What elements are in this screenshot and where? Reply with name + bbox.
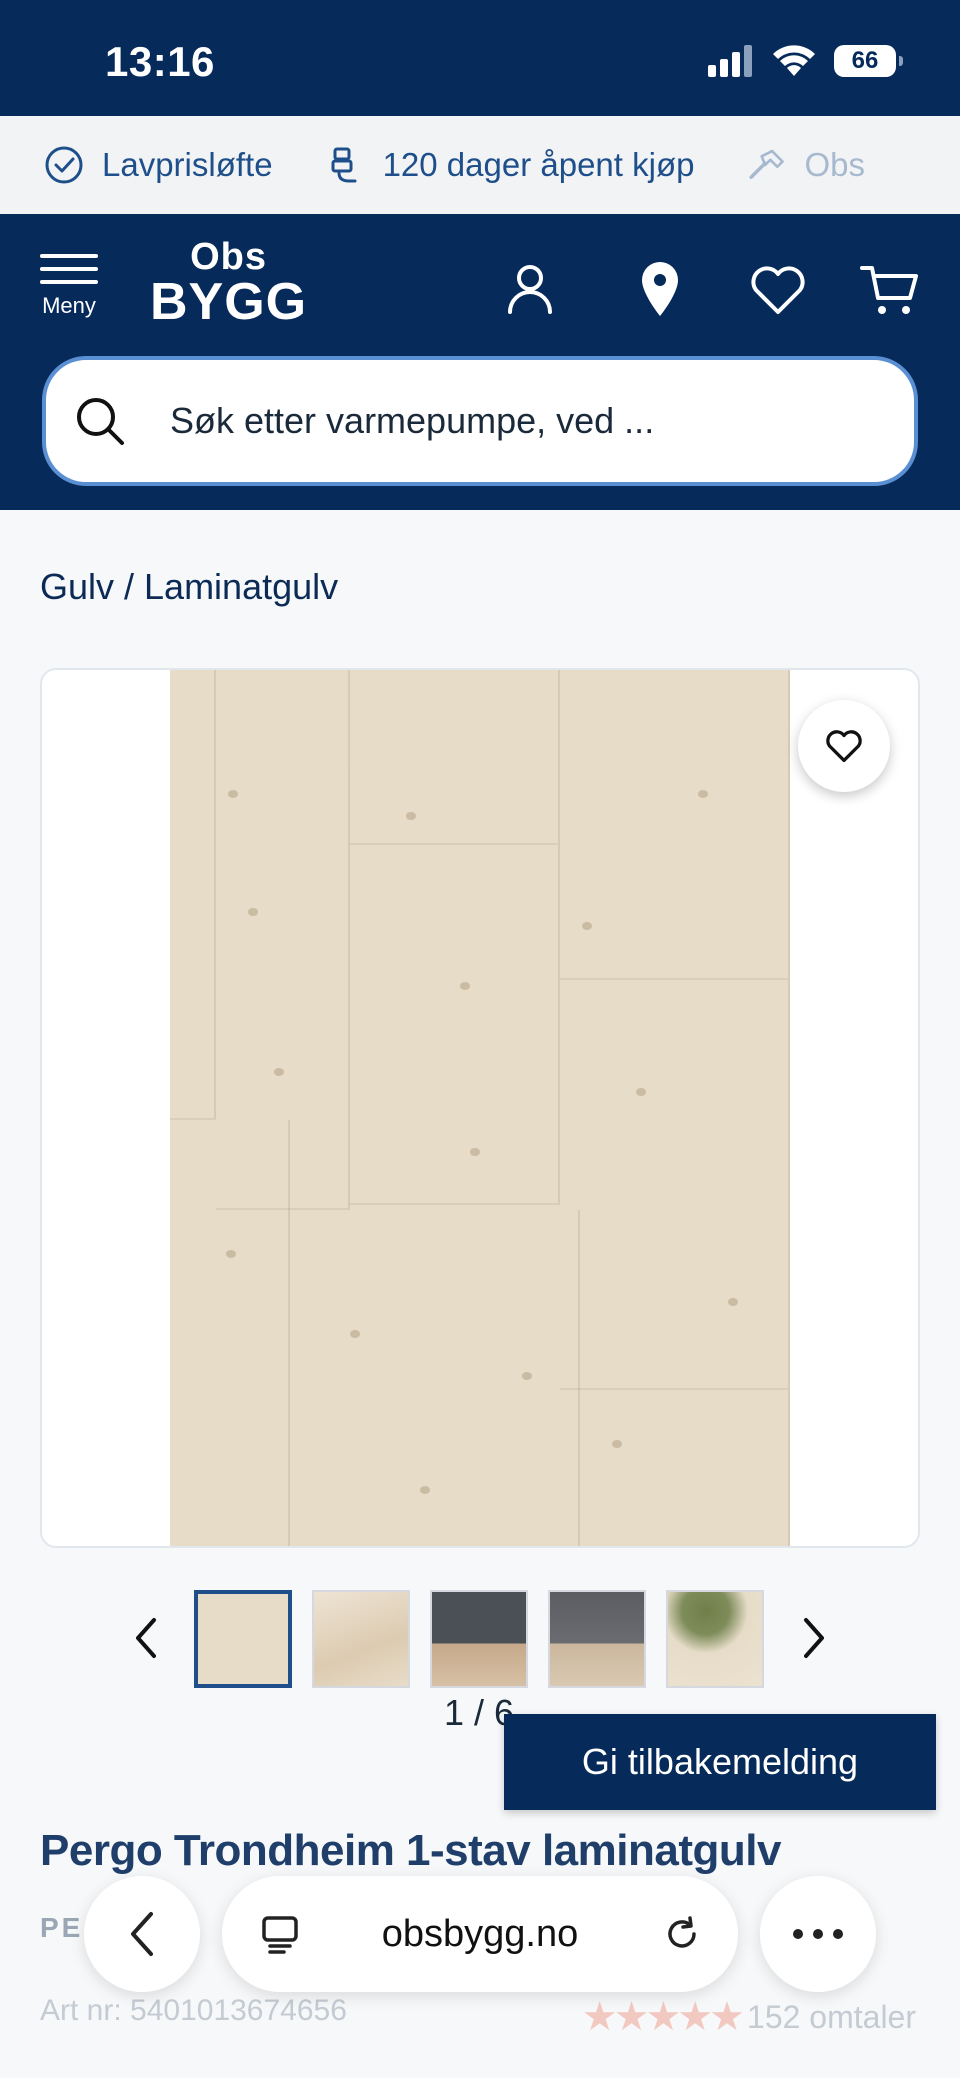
reader-icon[interactable] bbox=[258, 1912, 302, 1956]
logo-bottom: BYGG bbox=[150, 273, 308, 331]
usp-label: Lavprisløfte bbox=[102, 146, 273, 183]
thumbnail-2[interactable] bbox=[312, 1590, 410, 1688]
more-icon bbox=[793, 1929, 843, 1939]
heart-icon bbox=[826, 730, 862, 763]
usp-bar: Lavprisløfte 120 dager åpent kjøp Obs bbox=[0, 116, 960, 214]
thumbnail-5[interactable] bbox=[666, 1590, 764, 1688]
obs-bygg-logo[interactable]: Obs BYGG bbox=[150, 238, 307, 328]
product-image-laminate bbox=[170, 670, 790, 1546]
hamburger-icon bbox=[36, 254, 102, 284]
review-count: 152 omtaler bbox=[747, 1998, 916, 2035]
chevron-left-icon bbox=[131, 1912, 153, 1956]
favorite-button[interactable] bbox=[798, 700, 890, 792]
logo-top: Obs bbox=[190, 236, 268, 278]
chevron-left-icon bbox=[136, 1618, 156, 1658]
location-icon[interactable] bbox=[628, 258, 692, 322]
breadcrumb[interactable]: Gulv / Laminatgulv bbox=[40, 566, 338, 608]
check-circle-icon bbox=[44, 145, 84, 185]
usp-obs[interactable]: Obs bbox=[746, 145, 865, 185]
previous-image-button[interactable] bbox=[116, 1608, 176, 1668]
address-bar[interactable]: obsbygg.no bbox=[222, 1876, 738, 1992]
thumbnail-3[interactable] bbox=[430, 1590, 528, 1688]
reload-icon[interactable] bbox=[660, 1912, 704, 1956]
browser-more-button[interactable] bbox=[760, 1876, 876, 1992]
thumbnail-4[interactable] bbox=[548, 1590, 646, 1688]
product-rating[interactable]: ★★★★★ 152 omtaler bbox=[582, 1994, 916, 2040]
browser-toolbar: obsbygg.no bbox=[0, 1870, 960, 2000]
heart-icon[interactable] bbox=[746, 258, 810, 322]
usp-lavprisloefte[interactable]: Lavprisløfte bbox=[44, 145, 273, 185]
search-bar[interactable] bbox=[42, 356, 918, 486]
menu-button[interactable]: Meny bbox=[36, 254, 102, 319]
usp-label: 120 dager åpent kjøp bbox=[382, 146, 695, 183]
status-time: 13:16 bbox=[105, 38, 215, 85]
hammer-icon bbox=[746, 145, 786, 185]
next-image-button[interactable] bbox=[784, 1608, 844, 1668]
thumbnail-carousel bbox=[0, 1588, 960, 1688]
browser-back-button[interactable] bbox=[84, 1876, 200, 1992]
chevron-right-icon bbox=[804, 1618, 824, 1658]
status-icons: 66 bbox=[708, 44, 903, 78]
usp-aapent-kjoep[interactable]: 120 dager åpent kjøp bbox=[325, 145, 695, 185]
status-bar: 13:16 66 bbox=[0, 0, 960, 116]
cart-icon[interactable] bbox=[858, 258, 922, 322]
battery-indicator: 66 bbox=[834, 45, 903, 77]
user-icon[interactable] bbox=[498, 258, 562, 322]
menu-label: Meny bbox=[42, 293, 96, 318]
product-image-card[interactable] bbox=[40, 668, 920, 1548]
thumbnail-1[interactable] bbox=[194, 1590, 292, 1688]
feedback-button[interactable]: Gi tilbakemelding bbox=[504, 1714, 936, 1810]
search-input[interactable] bbox=[170, 400, 870, 442]
rating-stars-icon: ★★★★★ bbox=[581, 1995, 745, 2039]
usp-label: Obs bbox=[804, 146, 865, 183]
product-title: Pergo Trondheim 1-stav laminatgulv bbox=[40, 1826, 781, 1875]
signal-icon bbox=[708, 45, 752, 77]
search-icon bbox=[77, 398, 124, 445]
wifi-icon bbox=[773, 45, 815, 76]
return-icon bbox=[325, 145, 365, 185]
